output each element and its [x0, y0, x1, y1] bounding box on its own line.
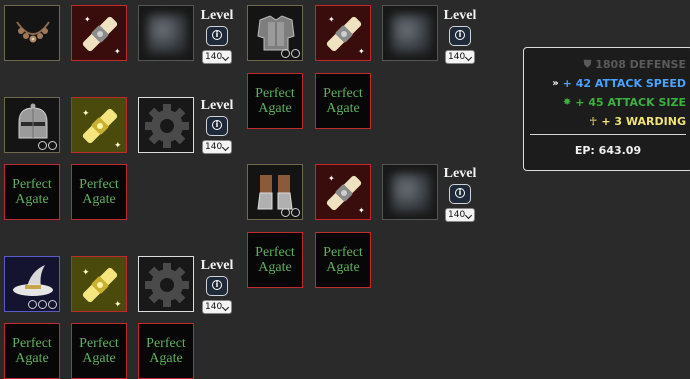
- hidden-item-slot[interactable]: [138, 5, 194, 61]
- level-control: Level i 140: [199, 258, 235, 314]
- info-button[interactable]: i: [206, 276, 228, 296]
- svg-text:✦: ✦: [114, 299, 122, 309]
- gear-slot[interactable]: [138, 256, 194, 312]
- level-control: Level i 140: [442, 8, 478, 64]
- golden-scroll-slot[interactable]: ✦ ✦: [71, 97, 127, 153]
- scroll-slot[interactable]: ✦ ✦: [71, 5, 127, 61]
- scroll-icon: ✦✦: [326, 174, 365, 215]
- warding-value: + 3 WARDING: [601, 115, 686, 128]
- svg-text:✦: ✦: [328, 174, 335, 183]
- level-select[interactable]: 140: [445, 208, 475, 222]
- level-select[interactable]: 140: [445, 50, 475, 64]
- helmet-slot[interactable]: [4, 97, 60, 153]
- attack-size-value: + 45 ATTACK SIZE: [575, 96, 686, 109]
- attack-speed-value: + 42 ATTACK SPEED: [562, 77, 686, 90]
- level-label: Level: [200, 258, 234, 273]
- level-control: Level i 140: [442, 166, 478, 222]
- info-button[interactable]: i: [449, 184, 471, 204]
- level-label: Level: [443, 8, 477, 23]
- chestplate-slot[interactable]: [247, 5, 303, 61]
- info-icon: i: [212, 280, 222, 290]
- ep-value: EP: 643.09: [574, 144, 642, 157]
- shield-icon: ⛊: [583, 59, 592, 70]
- size-icon: ✸: [562, 97, 572, 108]
- speed-icon: »: [552, 78, 559, 89]
- defense-value: 1808 DEFENSE: [595, 58, 686, 71]
- gem-slot[interactable]: Perfect Agate: [4, 323, 60, 379]
- svg-text:✦: ✦: [84, 15, 91, 24]
- ankh-icon: ☥: [589, 115, 598, 128]
- necklace-slot[interactable]: [4, 5, 60, 61]
- svg-text:✦: ✦: [328, 15, 335, 24]
- hidden-item-slot[interactable]: [382, 5, 438, 61]
- gem-sockets: [28, 300, 57, 309]
- attack-size-row: ✸ + 45 ATTACK SIZE: [563, 96, 686, 109]
- scroll-icon: ✦✦: [82, 15, 121, 56]
- info-button[interactable]: i: [206, 26, 228, 46]
- scroll-slot[interactable]: ✦ ✦: [315, 164, 371, 220]
- info-button[interactable]: i: [449, 26, 471, 46]
- warding-row: ☥ + 3 WARDING: [589, 115, 686, 128]
- info-icon: i: [212, 30, 222, 40]
- gear-icon: [145, 263, 189, 307]
- gem-slot[interactable]: Perfect Agate: [71, 323, 127, 379]
- level-select[interactable]: 140: [202, 140, 232, 154]
- stats-tooltip: ⛊ 1808 DEFENSE » + 42 ATTACK SPEED ✸ + 4…: [523, 47, 690, 171]
- gem-slot[interactable]: Perfect Agate: [138, 323, 194, 379]
- golden-scroll-icon: ✦✦: [82, 267, 122, 309]
- scroll-icon: ✦✦: [326, 15, 365, 56]
- gem-sockets: [281, 208, 300, 217]
- blurred-item-icon: [391, 173, 431, 213]
- necklace-icon: [16, 21, 50, 43]
- svg-text:✦: ✦: [114, 140, 122, 150]
- level-select[interactable]: 140: [202, 50, 232, 64]
- golden-scroll-icon: ✦✦: [82, 108, 122, 150]
- gear-slot[interactable]: [138, 97, 194, 153]
- defense-row: ⛊ 1808 DEFENSE: [584, 58, 686, 71]
- boots-slot[interactable]: [247, 164, 303, 220]
- gem-slot[interactable]: Perfect Agate: [71, 164, 127, 220]
- gem-slot[interactable]: Perfect Agate: [315, 73, 371, 129]
- gem-sockets: [281, 49, 300, 58]
- level-label: Level: [200, 8, 234, 23]
- info-button[interactable]: i: [206, 116, 228, 136]
- blurred-item-icon: [391, 14, 431, 54]
- gem-slot[interactable]: Perfect Agate: [4, 164, 60, 220]
- info-icon: i: [455, 30, 465, 40]
- gem-slot[interactable]: Perfect Agate: [247, 232, 303, 288]
- gem-slot[interactable]: Perfect Agate: [247, 73, 303, 129]
- divider: [530, 134, 686, 135]
- gear-icon: [145, 104, 189, 148]
- golden-scroll-slot[interactable]: ✦ ✦: [71, 256, 127, 312]
- blurred-item-icon: [147, 14, 187, 54]
- level-label: Level: [443, 166, 477, 181]
- level-control: Level i 140: [199, 8, 235, 64]
- svg-text:✦: ✦: [82, 108, 90, 118]
- wizard-hat-slot[interactable]: [4, 256, 60, 312]
- info-icon: i: [455, 188, 465, 198]
- level-control: Level i 140: [199, 98, 235, 154]
- gem-slot[interactable]: Perfect Agate: [315, 232, 371, 288]
- info-icon: i: [212, 120, 222, 130]
- scroll-slot[interactable]: ✦ ✦: [315, 5, 371, 61]
- svg-text:✦: ✦: [82, 267, 90, 277]
- level-select[interactable]: 140: [202, 300, 232, 314]
- gem-sockets: [38, 141, 57, 150]
- svg-text:✦: ✦: [114, 47, 121, 56]
- attack-speed-row: » + 42 ATTACK SPEED: [552, 77, 686, 90]
- svg-text:✦: ✦: [358, 47, 365, 56]
- hidden-item-slot[interactable]: [382, 164, 438, 220]
- level-label: Level: [200, 98, 234, 113]
- svg-text:✦: ✦: [358, 206, 365, 215]
